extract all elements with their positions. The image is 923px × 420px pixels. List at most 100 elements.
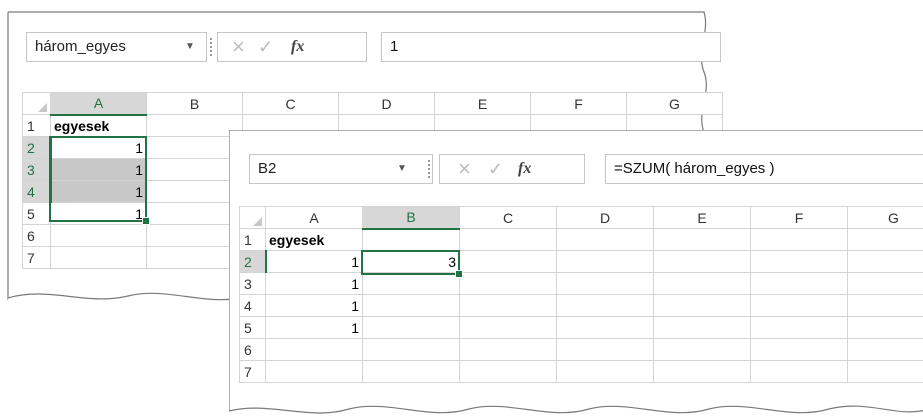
row-header-5[interactable]: 5 [240,317,266,339]
cell-C5[interactable] [460,317,557,339]
cell-C1[interactable] [460,229,557,251]
cell-F1[interactable] [751,229,848,251]
cell-F4[interactable] [751,295,848,317]
front-name-box[interactable]: B2 ▼ [249,154,433,184]
cell-F3[interactable] [751,273,848,295]
cell-B5[interactable] [363,317,460,339]
cell-G2[interactable] [848,251,923,273]
row-header-3[interactable]: 3 [23,159,51,181]
row-header-6[interactable]: 6 [23,225,51,247]
cell-G1[interactable] [848,229,923,251]
column-header-F[interactable]: F [531,93,627,115]
cell-F2[interactable] [751,251,848,273]
insert-function-icon[interactable]: fx [518,155,531,183]
column-header-E[interactable]: E [435,93,531,115]
cell-B6[interactable] [363,339,460,361]
row-header-3[interactable]: 3 [240,273,266,295]
cell-A3[interactable]: 1 [51,159,147,181]
column-header-B[interactable]: B [363,207,460,229]
enter-icon[interactable]: ✓ [258,33,273,61]
back-formula-input[interactable]: 1 [381,32,721,62]
cell-G7[interactable] [848,361,923,383]
cell-E3[interactable] [654,273,751,295]
cell-A4[interactable]: 1 [266,295,363,317]
row-header-2[interactable]: 2 [240,251,266,273]
cell-B4[interactable] [363,295,460,317]
row-header-1[interactable]: 1 [23,115,51,137]
column-header-F[interactable]: F [751,207,848,229]
column-header-G[interactable]: G [627,93,723,115]
column-header-A[interactable]: A [266,207,363,229]
cell-A7[interactable] [266,361,363,383]
cell-E1[interactable] [654,229,751,251]
row-header-7[interactable]: 7 [23,247,51,269]
cell-E6[interactable] [654,339,751,361]
row-header-7[interactable]: 7 [240,361,266,383]
back-name-box[interactable]: három_egyes ▼ [26,32,207,62]
column-header-D[interactable]: D [339,93,435,115]
cell-A6[interactable] [51,225,147,247]
column-header-C[interactable]: C [243,93,339,115]
cell-A1[interactable]: egyesek [266,229,363,251]
cell-A4[interactable]: 1 [51,181,147,203]
cell-C2[interactable] [460,251,557,273]
back-fill-handle[interactable] [142,217,150,225]
row-header-5[interactable]: 5 [23,203,51,225]
cell-D5[interactable] [557,317,654,339]
cell-A5[interactable]: 1 [266,317,363,339]
insert-function-icon[interactable]: fx [291,33,304,61]
select-all-corner[interactable] [23,93,51,115]
cell-B3[interactable] [363,273,460,295]
cell-D4[interactable] [557,295,654,317]
cell-E5[interactable] [654,317,751,339]
cancel-icon[interactable]: × [232,33,245,61]
row-header-4[interactable]: 4 [240,295,266,317]
cell-A5[interactable]: 1 [51,203,147,225]
cell-F7[interactable] [751,361,848,383]
select-all-corner[interactable] [240,207,266,229]
column-header-B[interactable]: B [147,93,243,115]
cell-F6[interactable] [751,339,848,361]
cell-E2[interactable] [654,251,751,273]
row-header-1[interactable]: 1 [240,229,266,251]
cell-E7[interactable] [654,361,751,383]
cell-B1[interactable] [363,229,460,251]
column-header-D[interactable]: D [557,207,654,229]
row-header-2[interactable]: 2 [23,137,51,159]
cell-G4[interactable] [848,295,923,317]
chevron-down-icon[interactable]: ▼ [397,155,407,183]
cell-D6[interactable] [557,339,654,361]
cell-A7[interactable] [51,247,147,269]
cell-A1[interactable]: egyesek [51,115,147,137]
front-fill-handle[interactable] [455,270,463,278]
cell-A3[interactable]: 1 [266,273,363,295]
cell-A2[interactable]: 1 [51,137,147,159]
column-header-C[interactable]: C [460,207,557,229]
column-header-A[interactable]: A [51,93,147,115]
cell-C7[interactable] [460,361,557,383]
chevron-down-icon[interactable]: ▼ [185,33,195,61]
enter-icon[interactable]: ✓ [488,155,503,183]
front-formula-input[interactable]: =SZUM( három_egyes ) [605,154,923,184]
column-header-E[interactable]: E [654,207,751,229]
cell-D2[interactable] [557,251,654,273]
cell-A2[interactable]: 1 [266,251,363,273]
cell-C6[interactable] [460,339,557,361]
cell-G3[interactable] [848,273,923,295]
cell-D1[interactable] [557,229,654,251]
cell-B7[interactable] [363,361,460,383]
cell-D3[interactable] [557,273,654,295]
cell-B2[interactable]: 3 [363,251,460,273]
cell-D7[interactable] [557,361,654,383]
cell-F5[interactable] [751,317,848,339]
row-header-6[interactable]: 6 [240,339,266,361]
column-header-G[interactable]: G [848,207,923,229]
cell-A6[interactable] [266,339,363,361]
cell-G5[interactable] [848,317,923,339]
cell-E4[interactable] [654,295,751,317]
cell-C4[interactable] [460,295,557,317]
cell-C3[interactable] [460,273,557,295]
cancel-icon[interactable]: × [458,155,471,183]
row-header-4[interactable]: 4 [23,181,51,203]
cell-G6[interactable] [848,339,923,361]
